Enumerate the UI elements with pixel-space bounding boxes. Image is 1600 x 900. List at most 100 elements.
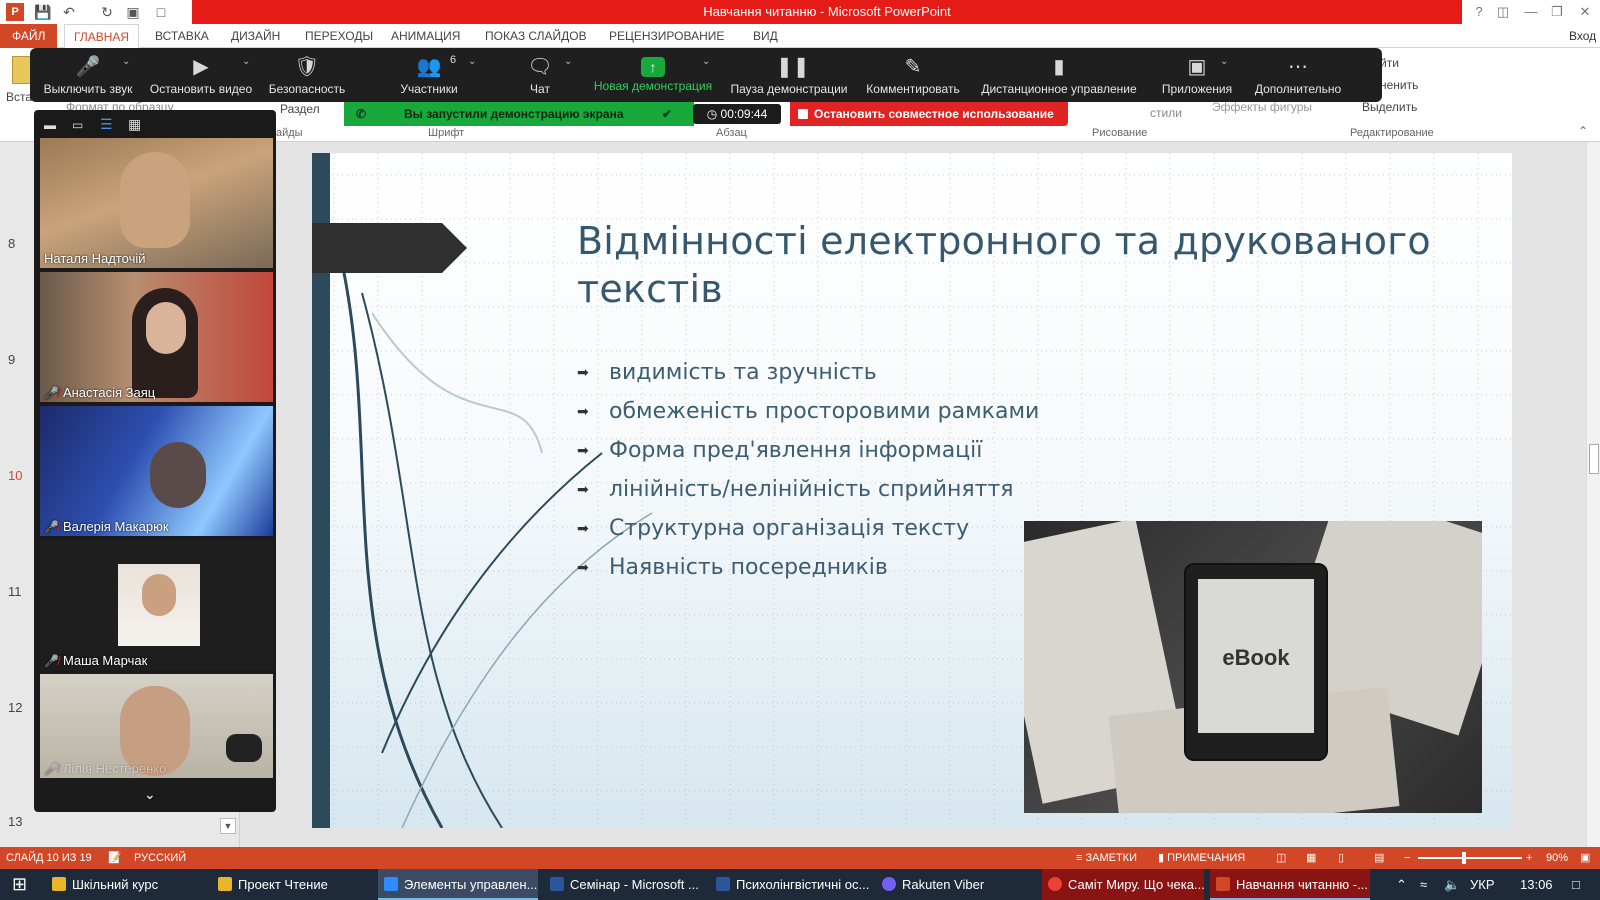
vertical-scrollbar[interactable] <box>1586 142 1600 847</box>
pause-share-button[interactable]: ❚❚ Пауза демонстрации <box>726 48 852 102</box>
slide-canvas[interactable]: Відмінності електронного та друкованого … <box>312 153 1512 828</box>
taskbar-item[interactable]: Проект Чтение <box>212 869 372 900</box>
participant-video[interactable]: 🎤̸ Анастасія Заяц <box>40 272 273 402</box>
slideshow-view-icon[interactable]: ▤ <box>1374 847 1384 869</box>
replace-button[interactable]: ненить <box>1380 78 1418 92</box>
strip-view-icon[interactable]: ☰ <box>100 116 113 133</box>
taskbar-item[interactable]: Шкільний курс <box>46 869 206 900</box>
chat-button[interactable]: 🗨 Чат <box>508 48 572 102</box>
muted-mic-icon: 🎤̸ <box>44 386 59 400</box>
bullet-item[interactable]: ➡ лінійність/нелінійність сприйняття <box>577 477 1014 502</box>
new-share-button[interactable]: ↑ Новая демонстрация <box>586 48 720 102</box>
new-file-icon[interactable]: □ <box>152 3 170 21</box>
powerpoint-logo-icon: P <box>6 3 24 21</box>
notes-button[interactable]: ≡ ЗАМЕТКИ <box>1076 847 1137 869</box>
taskbar-item[interactable]: Навчання читанню -... <box>1210 869 1370 900</box>
tab-transitions[interactable]: ПЕРЕХОДЫ <box>296 24 382 48</box>
chevron-down-icon[interactable]: ⌄ <box>144 786 156 803</box>
shape-effects-button[interactable]: Эффекты фигуры <box>1212 100 1312 114</box>
chevron-down-icon[interactable]: ⌄ <box>1220 56 1228 67</box>
notifications-icon[interactable]: □ <box>1566 869 1596 900</box>
chevron-down-icon[interactable]: ⌄ <box>564 56 572 67</box>
participant-video[interactable]: 🎤̸ Лілія Нестеренко <box>40 674 273 778</box>
bullet-item[interactable]: ➡ Форма пред'явлення інформації <box>577 438 982 463</box>
close-icon[interactable]: ✕ <box>1572 2 1598 22</box>
quick-styles-button[interactable]: стили <box>1150 106 1182 120</box>
clock[interactable]: 13:06 <box>1514 869 1558 900</box>
chevron-down-icon[interactable]: ⌄ <box>702 56 710 67</box>
taskbar-item[interactable]: Семінар - Microsoft ... <box>544 869 704 900</box>
signin-link[interactable]: Вход <box>1560 24 1600 48</box>
arrow-banner-tip <box>442 223 467 273</box>
minimize-panel-icon[interactable]: ▬ <box>44 118 56 132</box>
ebook-image[interactable]: eBook <box>1024 521 1482 813</box>
slide-sorter-icon[interactable]: ▦ <box>1306 847 1316 869</box>
save-icon[interactable]: 💾 <box>34 3 52 21</box>
share-timer[interactable]: ◷ 00:09:44 <box>693 104 781 124</box>
language-indicator[interactable]: РУССКИЙ <box>134 847 186 869</box>
volume-icon[interactable]: 🔈 <box>1438 869 1458 900</box>
fit-slide-icon[interactable]: ▣ <box>1580 847 1590 869</box>
bullet-item[interactable]: ➡ Наявність посередників <box>577 555 888 580</box>
minimize-icon[interactable]: — <box>1518 2 1544 22</box>
tab-view[interactable]: ВИД <box>744 24 787 48</box>
tab-slideshow[interactable]: ПОКАЗ СЛАЙДОВ <box>476 24 596 48</box>
zoom-level[interactable]: 90% <box>1546 847 1568 869</box>
comments-button[interactable]: ▮ ПРИМЕЧАНИЯ <box>1158 847 1245 869</box>
bullet-item[interactable]: ➡ видимість та зручність <box>577 360 877 385</box>
section-button[interactable]: Раздел <box>280 102 320 116</box>
chevron-down-icon[interactable]: ⌄ <box>242 56 250 67</box>
taskbar-item[interactable]: Саміт Миру. Що чека... <box>1042 869 1204 900</box>
annotate-button[interactable]: ✎ Комментировать <box>862 48 964 102</box>
participant-video[interactable]: 🎤̸ Маша Марчак <box>40 540 273 670</box>
start-windows-icon[interactable]: ⊞ <box>6 869 40 900</box>
zoom-slider[interactable] <box>1418 857 1522 859</box>
normal-view-icon[interactable]: ◫ <box>1276 847 1286 869</box>
slide-title[interactable]: Відмінності електронного та друкованого … <box>577 217 1477 313</box>
spellcheck-icon[interactable]: 📝 <box>108 847 122 869</box>
redo-icon[interactable]: ↻ <box>98 3 116 21</box>
participants-button[interactable]: 👥 Участники 6 <box>386 48 472 102</box>
single-view-icon[interactable]: ▭ <box>72 118 83 132</box>
tab-animation[interactable]: АНИМАЦИЯ <box>382 24 469 48</box>
taskbar-item[interactable]: Rakuten Viber <box>876 869 1036 900</box>
taskbar-item[interactable]: Элементы управлен... <box>378 869 538 900</box>
tray-chevron-icon[interactable]: ⌃ <box>1390 869 1410 900</box>
select-button[interactable]: Выделить <box>1362 100 1417 114</box>
reading-view-icon[interactable]: ▯ <box>1338 847 1344 869</box>
zoom-in-icon[interactable]: + <box>1526 847 1532 869</box>
help-button[interactable]: ? <box>1466 2 1492 22</box>
input-language[interactable]: УКР <box>1464 869 1504 900</box>
participant-video[interactable]: Наталя Надточій <box>40 138 273 268</box>
tab-home[interactable]: ГЛАВНАЯ <box>64 24 140 48</box>
more-button[interactable]: ⋯ Дополнительно <box>1250 48 1346 102</box>
security-button[interactable]: 🛡 Безопасность <box>264 48 350 102</box>
paste-button[interactable]: Вста <box>6 90 32 104</box>
zoom-out-icon[interactable]: − <box>1404 847 1410 869</box>
participant-video[interactable]: 🎤̸ Валерія Макарюк <box>40 406 273 536</box>
tab-file[interactable]: ФАЙЛ <box>0 24 58 48</box>
collapse-ribbon-icon[interactable]: ⌃ <box>1578 124 1588 138</box>
chevron-down-icon[interactable]: ⌄ <box>122 56 130 67</box>
chevron-down-icon[interactable]: ⌄ <box>468 56 476 67</box>
remote-control-button[interactable]: ▮ Дистанционное управление <box>974 48 1144 102</box>
start-slideshow-icon[interactable]: ▣ <box>124 3 142 21</box>
shield-check-icon: ✔ <box>662 107 673 121</box>
gallery-view-icon[interactable]: ▦ <box>128 116 141 133</box>
restore-icon[interactable]: ❐ <box>1544 2 1570 22</box>
scrollbar-thumb[interactable] <box>1589 444 1599 474</box>
undo-icon[interactable]: ↶ <box>60 3 78 21</box>
comment-icon: ▮ <box>1158 852 1168 864</box>
find-button[interactable]: йти <box>1380 56 1399 70</box>
stop-share-button[interactable]: Остановить совместное использование <box>790 102 1068 126</box>
tab-design[interactable]: ДИЗАЙН <box>222 24 289 48</box>
bullet-item[interactable]: ➡ обмеженість просторовими рамками <box>577 399 1039 424</box>
wifi-icon[interactable]: ≈ <box>1414 869 1434 900</box>
bullet-item[interactable]: ➡ Структурна організація тексту <box>577 516 969 541</box>
scroll-down-icon[interactable]: ▼ <box>220 818 236 834</box>
zoom-slider-thumb[interactable] <box>1462 852 1466 864</box>
tab-review[interactable]: РЕЦЕНЗИРОВАНИЕ <box>600 24 733 48</box>
taskbar-item[interactable]: Психолінгвістичні ос... <box>710 869 870 900</box>
ribbon-display-icon[interactable]: ◫ <box>1490 2 1516 22</box>
tab-insert[interactable]: ВСТАВКА <box>146 24 218 48</box>
